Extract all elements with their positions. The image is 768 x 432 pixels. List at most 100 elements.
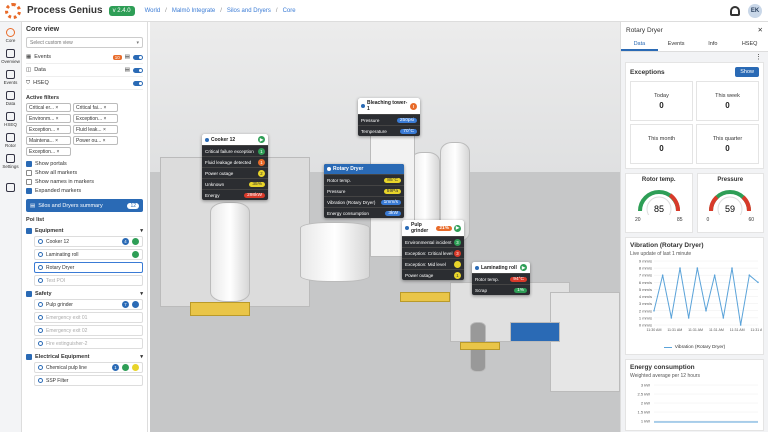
rail-rotor[interactable]: Rotor — [0, 133, 21, 148]
show-names-checkbox[interactable]: Show names in markers — [26, 177, 143, 186]
marker-pulp-grinder[interactable]: Pulp grinder 21% ▶ Environmental incident 3… — [402, 220, 464, 280]
rail-settings[interactable]: Settings — [0, 154, 21, 169]
marker-header[interactable]: Pulp grinder 21% ▶ — [402, 220, 464, 236]
marker-laminating-roll[interactable]: Laminating roll ▶ Rotor temp. 94°C Scrap 1% — [472, 262, 530, 295]
play-icon[interactable]: ▶ — [520, 264, 527, 271]
marker-header[interactable]: Cooker 12 ▶ — [202, 134, 268, 145]
play-icon[interactable] — [132, 238, 139, 245]
marker-label: Fluid leakage detected — [205, 159, 252, 165]
filter-chip[interactable]: Environm... × — [26, 114, 71, 123]
marker-cooker-12[interactable]: Cooker 12 ▶ Critical failure exception 1 F… — [202, 134, 268, 200]
play-icon[interactable]: ▶ — [258, 136, 265, 143]
marker-label: Exception: Critical level — [405, 250, 453, 256]
group-safety[interactable]: Safety ▾ — [26, 288, 143, 299]
bell-icon[interactable] — [730, 6, 740, 16]
filter-chip[interactable]: Fluid leak... × — [73, 125, 118, 134]
custom-view-select[interactable]: Select custom view ▾ — [26, 37, 143, 48]
data-toggle[interactable] — [133, 67, 143, 73]
more-options-icon[interactable]: ⋮ — [621, 52, 768, 62]
poi-label: SSP Filter — [46, 377, 69, 384]
close-icon[interactable]: ✕ — [758, 26, 763, 34]
show-button[interactable]: Show — [735, 67, 759, 77]
rail-label: Events — [3, 80, 18, 85]
play-icon[interactable] — [132, 251, 139, 258]
tab-hseq[interactable]: HSEQ — [731, 38, 768, 51]
machinery — [190, 302, 250, 316]
filter-chip[interactable]: Critical er... × — [26, 103, 71, 112]
energy-chart: 3 kW 2.5 kW 2 kW 1.5 kW 1 kW — [638, 383, 758, 424]
table-icon[interactable]: ▤ — [125, 67, 130, 73]
process-genius-logo-icon[interactable] — [5, 2, 21, 19]
tab-info[interactable]: Info — [695, 38, 732, 51]
3d-scene-viewport[interactable]: Cooker 12 ▶ Critical failure exception 1 F… — [150, 22, 620, 432]
marker-rotary-dryer[interactable]: Rotary Dryer Rotor temp. 85°C Pressure 59P… — [324, 164, 404, 218]
checkbox-icon[interactable] — [26, 353, 32, 360]
details-panel: Rotary Dryer ✕ Data Events Info HSEQ ⋮ Ex… — [620, 22, 768, 432]
marker-header[interactable]: Rotary Dryer — [324, 164, 404, 174]
rail-export[interactable] — [0, 183, 21, 193]
checkbox-icon[interactable] — [26, 290, 32, 297]
marker-header[interactable]: Bleaching tower-1! — [358, 98, 420, 114]
select-placeholder: Select custom view — [30, 40, 73, 46]
chevron-down-icon[interactable]: ▾ — [140, 291, 143, 297]
energy-y-tick: 2 kW — [641, 401, 650, 406]
filter-chip[interactable]: Power ou... × — [73, 136, 118, 145]
poi-item-extinguisher[interactable]: Fire extinguisher-2 — [34, 338, 143, 349]
poi-item-laminating[interactable]: Laminating roll — [34, 249, 143, 260]
rail-core[interactable]: Core — [0, 28, 21, 43]
avatar[interactable]: EK — [748, 4, 762, 18]
breadcrumb-core[interactable]: Core — [283, 8, 296, 14]
poi-item-chemical[interactable]: Chemical pulp line 1 — [34, 362, 143, 373]
marker-bleaching-tower[interactable]: Bleaching tower-1! Pressure 250psi Temper… — [358, 98, 420, 136]
marker-label: Exception: Mid level — [405, 261, 446, 267]
poi-item-exit2[interactable]: Emergency exit 02 — [34, 325, 143, 336]
tab-data[interactable]: Data — [621, 38, 658, 51]
layer-row-data[interactable]: ◫ Data ▤ — [26, 64, 143, 77]
poi-item-ssp[interactable]: SSP Filter — [34, 375, 143, 386]
show-portals-checkbox[interactable]: Show portals — [26, 159, 143, 168]
marker-value: 1mm/s — [380, 199, 401, 205]
play-icon[interactable]: ▶ — [454, 224, 461, 232]
marker-row: Vibration (Rotary Dryer) 1mm/s — [324, 196, 404, 207]
tab-events[interactable]: Events — [658, 38, 695, 51]
hseq-toggle[interactable] — [133, 80, 143, 86]
play-icon[interactable] — [122, 364, 129, 371]
poi-item-cooker[interactable]: Cooker 12 4 — [34, 236, 143, 247]
poi-item-test[interactable]: Test POI — [34, 275, 143, 286]
poi-item-rotary[interactable]: Rotary Dryer — [34, 262, 143, 273]
rail-label: HSEQ — [4, 122, 17, 127]
filter-chip[interactable]: Maintena... × — [26, 136, 71, 145]
marker-header[interactable]: Laminating roll ▶ — [472, 262, 530, 273]
breadcrumb-world[interactable]: World — [145, 8, 161, 14]
checkbox-icon[interactable] — [26, 227, 32, 234]
show-all-markers-checkbox[interactable]: Show all markers — [26, 168, 143, 177]
rail-events[interactable]: Events — [0, 70, 21, 85]
group-electrical[interactable]: Electrical Equipment ▾ — [26, 351, 143, 362]
group-equipment[interactable]: Equipment ▾ — [26, 225, 143, 236]
data-point — [705, 309, 707, 312]
filter-chip[interactable]: Exception... × — [26, 125, 71, 134]
chevron-down-icon[interactable]: ▾ — [140, 354, 143, 360]
rail-hseq[interactable]: HSEQ — [0, 112, 21, 127]
filter-chip[interactable]: Exception... × — [26, 147, 71, 156]
rail-overview[interactable]: Overview — [0, 49, 21, 64]
rail-data[interactable]: Data — [0, 91, 21, 106]
expanded-markers-checkbox[interactable]: Expanded markers — [26, 186, 143, 195]
chevron-down-icon[interactable]: ▾ — [140, 228, 143, 234]
checkbox-label: Show all markers — [35, 169, 78, 176]
data-point — [731, 267, 733, 269]
events-toggle[interactable] — [133, 54, 143, 60]
poi-item-pulp[interactable]: Pulp grinder 7 — [34, 299, 143, 310]
filter-chip-label: Critical er... — [29, 105, 55, 111]
filter-chip[interactable]: Critical fai... × — [73, 103, 118, 112]
table-icon[interactable]: ▤ — [125, 54, 130, 60]
filter-chip[interactable]: Exception... × — [73, 114, 118, 123]
chart-legend[interactable]: Vibration (Rotary Dryer) — [630, 345, 759, 350]
breadcrumb-malmo[interactable]: Malmö Integrate — [172, 8, 215, 14]
breadcrumb-silos[interactable]: Silos and Dryers — [227, 8, 271, 14]
gauge-min: 0 — [706, 217, 710, 223]
layer-row-events[interactable]: ▦ Events 10 ▤ — [26, 51, 143, 64]
layer-row-hseq[interactable]: ⛉ HSEQ — [26, 77, 143, 90]
summary-button[interactable]: ▤ Silos and Dryers summary 12 — [26, 199, 143, 212]
poi-item-exit1[interactable]: Emergency exit 01 — [34, 312, 143, 323]
